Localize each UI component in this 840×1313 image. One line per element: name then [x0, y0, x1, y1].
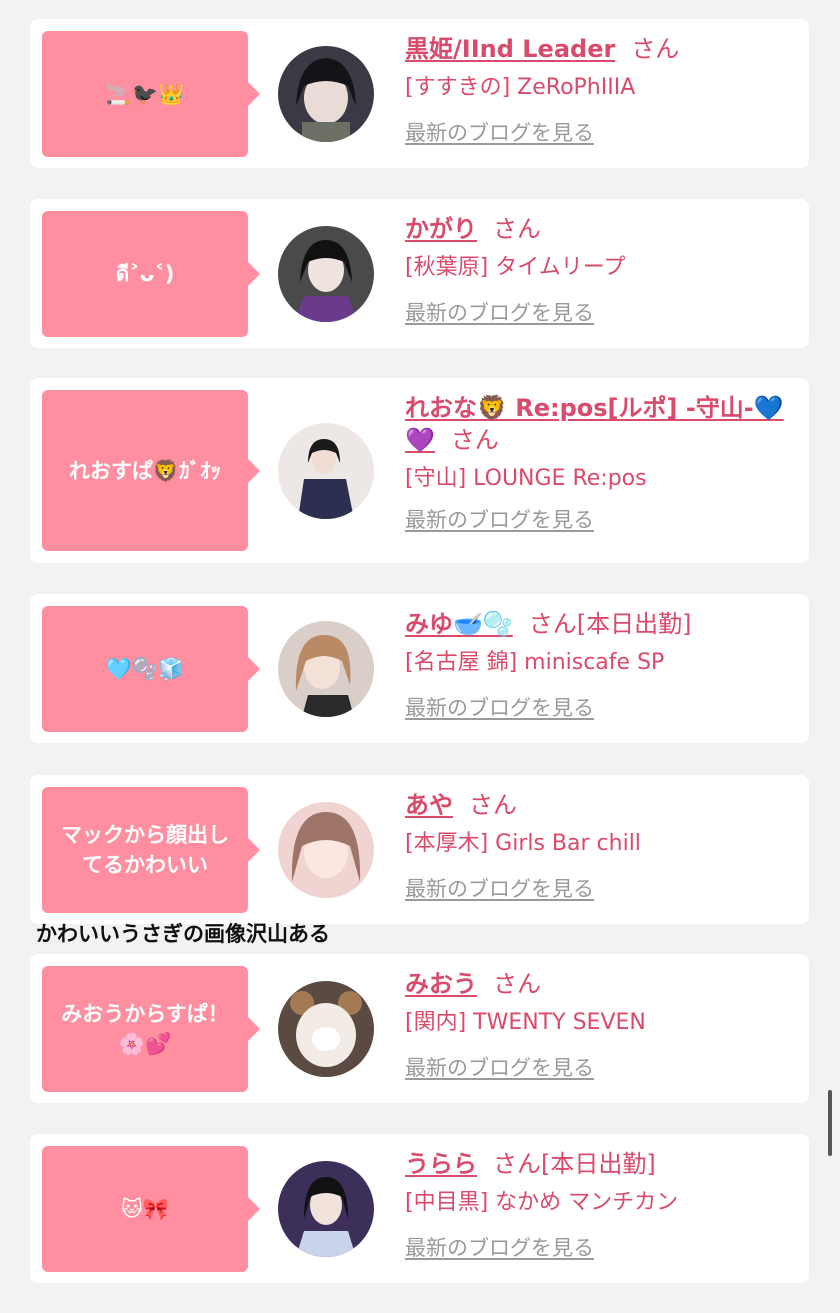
- list-item: 🩵🫧🧊 みゆ🥣🫧 さん[本日出勤] [名古屋 錦] miniscafe SP 最新…: [30, 594, 809, 743]
- shop-name: [秋葉原] タイムリープ: [405, 255, 626, 280]
- cast-name-link[interactable]: みおう: [405, 970, 477, 998]
- latest-blog-link[interactable]: 最新のブログを見る: [405, 299, 594, 327]
- avatar[interactable]: [278, 423, 374, 519]
- avatar-image: [278, 981, 374, 1077]
- comment-bubble: マックから顔出してるかわいい: [42, 787, 260, 913]
- comment-bubble: 🩵🫧🧊: [42, 606, 260, 732]
- avatar-image: [278, 1161, 374, 1257]
- latest-blog-link[interactable]: 最新のブログを見る: [405, 1234, 594, 1262]
- status-label: [本日出勤]: [576, 610, 692, 638]
- honorific: さん: [493, 1150, 541, 1178]
- list-item: 🚬🐦‍⬛👑 黒姫/IInd Leader さん [すすきの] ZeRoPhIIIA…: [30, 19, 809, 168]
- list-item: マックから顔出してるかわいい あや さん [本厚木] Girls Bar chil…: [30, 775, 809, 924]
- avatar-image: [278, 802, 374, 898]
- honorific: さん: [631, 35, 680, 63]
- comment-bubble: ดี˃ᴗ˂): [42, 211, 260, 337]
- list-item: れおすぱ🦁ｶﾞｵｯ れおな🦁 Re:pos[ルポ] -守山-💙💜 さん [守山] …: [30, 378, 809, 563]
- cast-name-link[interactable]: 黒姫/IInd Leader: [405, 35, 615, 63]
- scrollbar[interactable]: [828, 1090, 832, 1156]
- caption-text: かわいいうさぎの画像沢山ある: [36, 922, 330, 946]
- comment-bubble: れおすぱ🦁ｶﾞｵｯ: [42, 390, 260, 551]
- honorific: さん: [493, 970, 541, 998]
- comment-bubble: 🐱🎀: [42, 1146, 260, 1272]
- avatar[interactable]: [278, 802, 374, 898]
- avatar[interactable]: [278, 981, 374, 1077]
- latest-blog-link[interactable]: 最新のブログを見る: [405, 875, 594, 903]
- list-item: ดี˃ᴗ˂) かがり さん [秋葉原] タイムリープ 最新のブログを見る: [30, 199, 809, 348]
- avatar[interactable]: [278, 46, 374, 142]
- list-item: みおうからすぱ！🌸💕 みおう さん [関内] TWENTY SEVEN 最新のブロ…: [30, 954, 809, 1103]
- comment-bubble: 🚬🐦‍⬛👑: [42, 31, 260, 157]
- cast-name-link[interactable]: あや: [405, 791, 453, 819]
- latest-blog-link[interactable]: 最新のブログを見る: [405, 506, 594, 534]
- honorific: さん: [469, 791, 517, 819]
- shop-name: [守山] LOUNGE Re:pos: [405, 466, 647, 491]
- latest-blog-link[interactable]: 最新のブログを見る: [405, 1054, 594, 1082]
- shop-name: [名古屋 錦] miniscafe SP: [405, 650, 665, 675]
- latest-blog-link[interactable]: 最新のブログを見る: [405, 119, 594, 147]
- avatar-image: [278, 423, 374, 519]
- honorific: さん: [450, 426, 499, 454]
- cast-name-link[interactable]: みゆ🥣🫧: [405, 610, 513, 638]
- honorific: さん: [528, 610, 577, 638]
- cast-name-link[interactable]: うらら: [405, 1150, 477, 1178]
- shop-name: [中目黒] なかめ マンチカン: [405, 1190, 679, 1215]
- avatar-image: [278, 621, 374, 717]
- status-label: [本日出勤]: [541, 1150, 656, 1178]
- avatar[interactable]: [278, 226, 374, 322]
- avatar-image: [278, 46, 374, 142]
- shop-name: [関内] TWENTY SEVEN: [405, 1010, 646, 1035]
- avatar-image: [278, 226, 374, 322]
- shop-name: [すすきの] ZeRoPhIIIA: [405, 75, 636, 100]
- comment-bubble: みおうからすぱ！🌸💕: [42, 966, 260, 1092]
- cast-name-link[interactable]: かがり: [405, 215, 477, 243]
- latest-blog-link[interactable]: 最新のブログを見る: [405, 694, 594, 722]
- shop-name: [本厚木] Girls Bar chill: [405, 831, 641, 856]
- honorific: さん: [493, 215, 541, 243]
- list-item: 🐱🎀 うらら さん[本日出勤] [中目黒] なかめ マンチカン 最新のブログを見る: [30, 1134, 809, 1283]
- avatar[interactable]: [278, 621, 374, 717]
- avatar[interactable]: [278, 1161, 374, 1257]
